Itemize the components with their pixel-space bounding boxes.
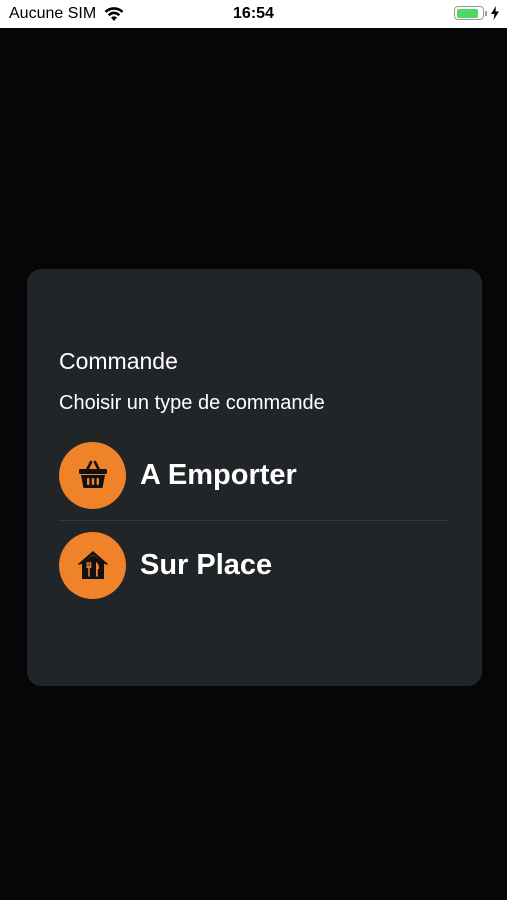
battery-cap xyxy=(485,10,487,16)
status-bar: Aucune SIM 16:54 xyxy=(0,0,507,28)
dialog-subtitle: Choisir un type de commande xyxy=(59,392,325,414)
option-dine-in[interactable]: Sur Place xyxy=(59,531,449,599)
option-take-away-label: A Emporter xyxy=(140,459,297,491)
restaurant-house-icon xyxy=(59,531,126,599)
battery-level-fill xyxy=(456,8,479,18)
battery-icon xyxy=(454,6,484,20)
battery-indicator xyxy=(454,6,499,20)
dialog-title: Commande xyxy=(59,348,178,374)
charging-bolt-icon xyxy=(491,6,499,20)
option-dine-in-label: Sur Place xyxy=(140,549,273,581)
option-take-away[interactable]: A Emporter xyxy=(59,441,449,509)
basket-icon xyxy=(59,441,126,509)
clock: 16:54 xyxy=(233,5,274,22)
option-divider xyxy=(59,520,449,521)
screen: Aucune SIM 16:54 Commande Choisir un typ… xyxy=(0,0,507,900)
order-type-dialog: Commande Choisir un type de commande A E… xyxy=(27,269,482,686)
